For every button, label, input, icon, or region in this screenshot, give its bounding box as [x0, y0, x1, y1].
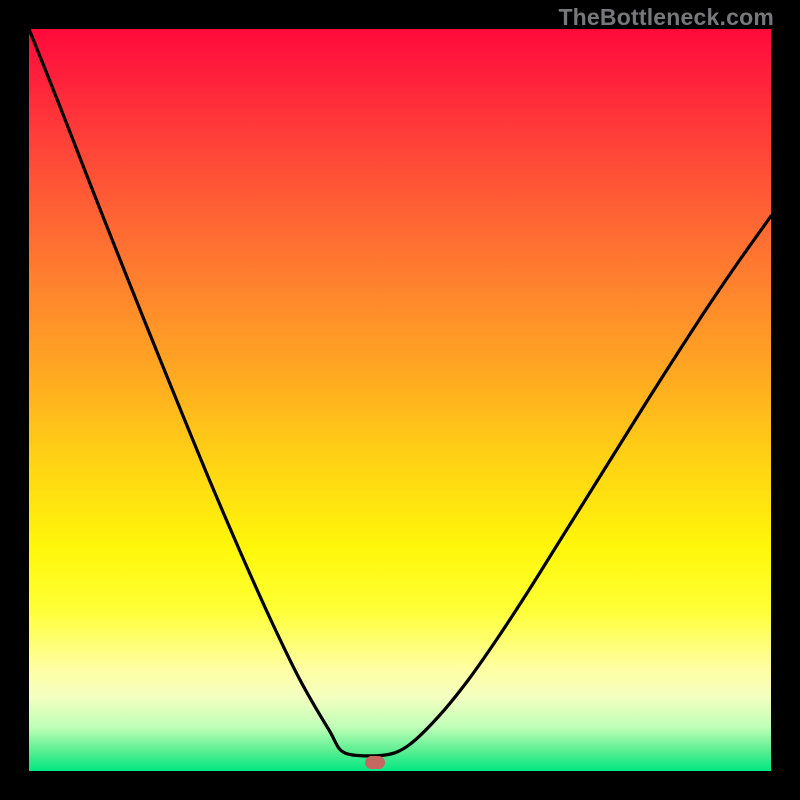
watermark-text: TheBottleneck.com — [558, 4, 774, 31]
bottleneck-curve — [29, 29, 771, 771]
minimum-marker — [365, 756, 385, 769]
curve-path — [29, 29, 771, 756]
